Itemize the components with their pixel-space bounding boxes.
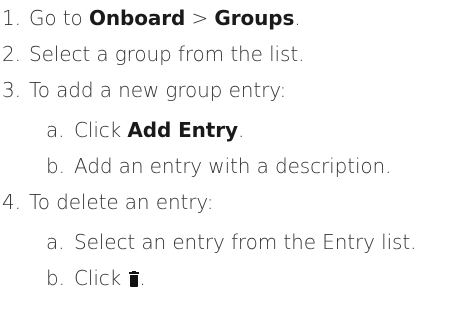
step-text-part: Click <box>74 266 128 290</box>
step-text-part: Go to <box>29 6 89 30</box>
step-number: 2. <box>2 42 21 66</box>
menu-groups: Groups <box>214 6 295 30</box>
step-text-part: . <box>294 6 301 30</box>
step-text-part: . <box>139 266 146 290</box>
trash-icon <box>129 271 140 287</box>
step-text: Go to Onboard > Groups. <box>29 0 301 36</box>
step-number: 3. <box>2 78 21 102</box>
step-number: 4. <box>2 190 21 214</box>
step-text: To add a new group entry: <box>29 78 287 102</box>
step-text: Select a group from the list. <box>29 42 305 66</box>
step-number: 1. <box>2 6 21 30</box>
menu-onboard: Onboard <box>88 6 186 30</box>
substep-letter: b. <box>46 154 65 178</box>
substep-text: Click Add Entry. <box>74 112 244 148</box>
substep-letter: b. <box>46 266 65 290</box>
step-text: To delete an entry: <box>29 190 214 214</box>
substep-text: Click . <box>74 260 146 296</box>
step-text-part: . <box>237 118 245 142</box>
substep-letter: a. <box>46 118 65 142</box>
step-text-part: Click <box>74 118 128 142</box>
substep-letter: a. <box>46 230 65 254</box>
add-entry-label: Add Entry <box>127 118 238 142</box>
separator: > <box>185 6 215 30</box>
substep-text: Add an entry with a description. <box>74 154 392 178</box>
substep-text: Select an entry from the Entry list. <box>74 230 417 254</box>
